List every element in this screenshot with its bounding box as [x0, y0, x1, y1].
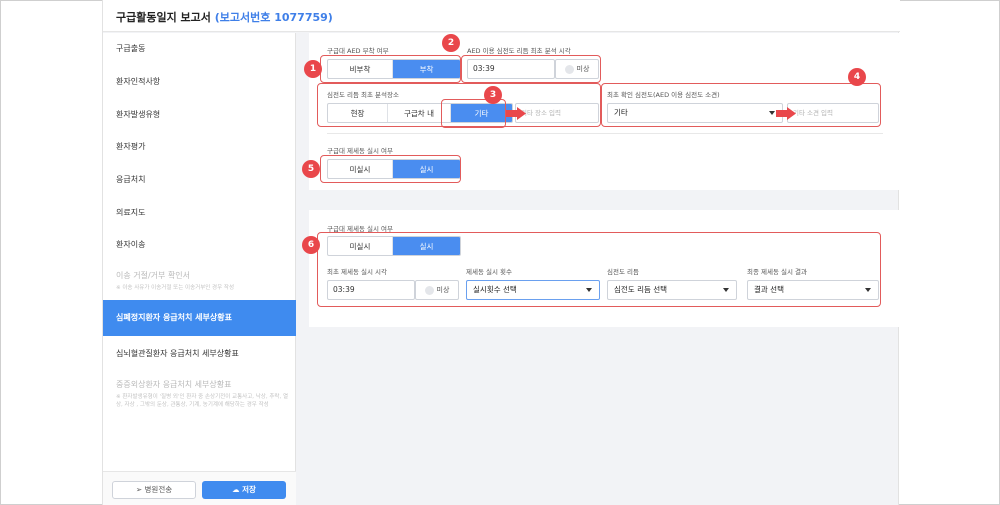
sidebar-item-cardiac-arrest[interactable]: 심폐정지환자 응급처치 세부상황표: [103, 300, 296, 336]
hospital-send-label: 병원전송: [144, 485, 173, 494]
badge-6: 6: [302, 236, 320, 254]
defib-label: 구급대 제세동 실시 여부: [327, 147, 393, 155]
badge-3: 3: [484, 86, 502, 104]
sidebar-footer: ➢ 병원전송 ☁ 저장: [103, 471, 296, 505]
annotation-box-5: [320, 155, 461, 183]
badge-1: 1: [304, 60, 322, 78]
report-number: (보고서번호 1077759): [214, 11, 333, 24]
badge-5: 5: [302, 160, 320, 178]
sidebar-item-medical-guidance[interactable]: 의료지도: [103, 207, 296, 218]
aed-attach-label: 구급대 AED 부착 여부: [327, 47, 389, 55]
annotation-box-1: [320, 55, 461, 83]
sidebar: 구급출동 환자인적사항 환자발생유형 환자평가 응급처치 의료지도 환자이송 이…: [103, 33, 296, 505]
badge-4: 4: [848, 68, 866, 86]
sidebar-item-label: 중증외상환자 응급처치 세부상황표: [116, 380, 232, 389]
sidebar-item-note: ※ 이송 사유가 이송거절 또는 이송거부인 경우 작성: [116, 285, 235, 291]
sidebar-item-assessment[interactable]: 환자평가: [103, 141, 296, 152]
save-label: 저장: [242, 485, 256, 494]
hospital-send-button[interactable]: ➢ 병원전송: [112, 481, 196, 499]
sidebar-item-cardiovascular[interactable]: 심뇌혈관질환자 응급처치 세부상황표: [103, 348, 296, 359]
sidebar-item-incident-type[interactable]: 환자발생유형: [103, 109, 296, 120]
sidebar-item-label: 이송 거절/거부 확인서: [116, 271, 191, 280]
sidebar-item-transport[interactable]: 환자이송: [103, 239, 296, 250]
sidebar-item-note: ※ 환자발생유형이 '질병 외'인 환자 중 손상기전이 교통사고, 낙상, 추…: [116, 394, 289, 408]
sidebar-item-patient-info[interactable]: 환자인적사항: [103, 76, 296, 87]
arrow-right-icon: [776, 107, 796, 120]
sidebar-item-first-aid[interactable]: 응급처치: [103, 174, 296, 185]
sidebar-item-severe-trauma: 중증외상환자 응급처치 세부상황표 ※ 환자발생유형이 '질병 외'인 환자 중…: [103, 379, 296, 409]
divider: [327, 133, 883, 134]
sidebar-item-dispatch[interactable]: 구급출동: [103, 43, 296, 54]
report-title-text: 구급활동일지 보고서: [116, 11, 211, 24]
cloud-upload-icon: ☁: [232, 485, 243, 494]
annotation-box-4: [601, 83, 881, 127]
save-button[interactable]: ☁ 저장: [202, 481, 286, 499]
send-icon: ➢: [135, 485, 145, 494]
sidebar-item-transport-refusal: 이송 거절/거부 확인서 ※ 이송 사유가 이송거절 또는 이송거부인 경우 작…: [103, 270, 296, 292]
annotation-box-2: [461, 55, 601, 83]
badge-2: 2: [442, 34, 460, 52]
report-title: 구급활동일지 보고서 (보고서번호 1077759): [116, 9, 333, 25]
annotation-box-6: [317, 232, 881, 307]
arrow-right-icon: [506, 107, 526, 120]
analysis-time-label: AED 이용 심전도 리듬 최초 분석 시각: [467, 47, 571, 55]
report-header: 구급활동일지 보고서 (보고서번호 1077759): [103, 0, 900, 32]
